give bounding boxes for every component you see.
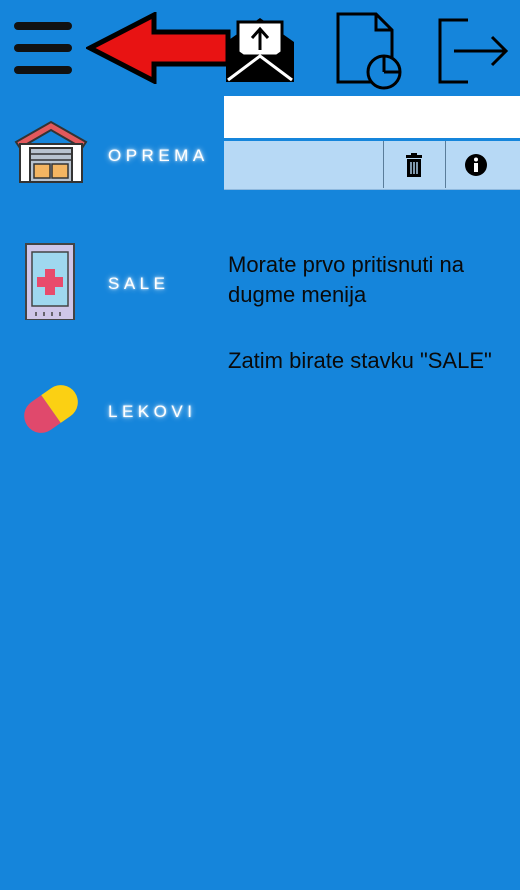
top-toolbar <box>0 0 520 96</box>
info-button[interactable] <box>445 141 506 188</box>
document-pie-chart-icon[interactable] <box>332 10 404 92</box>
hamburger-menu-icon[interactable] <box>14 22 74 76</box>
mail-upload-icon[interactable] <box>222 12 298 88</box>
instruction-step-1: Morate prvo pritisnuti na dugme menija <box>228 252 464 307</box>
sidebar-item-sale[interactable]: SALE <box>0 242 222 332</box>
sidebar-item-label: OPREMA <box>108 146 209 165</box>
red-left-arrow-icon <box>86 12 231 84</box>
sidebar-item-label: LEKOVI <box>108 402 197 421</box>
pill-capsule-icon <box>24 385 78 433</box>
logout-icon[interactable] <box>434 12 514 88</box>
info-icon <box>465 153 487 176</box>
delete-button[interactable] <box>383 141 444 188</box>
sidebar-item-lekovi[interactable]: LEKOVI <box>0 370 222 460</box>
sidebar-item-oprema[interactable]: OPREMA <box>0 118 222 208</box>
medical-door-icon <box>25 243 75 320</box>
warehouse-icon <box>14 120 88 183</box>
white-header-bar <box>224 96 520 138</box>
sidebar-item-label: SALE <box>108 274 170 293</box>
trash-icon <box>406 152 422 177</box>
instruction-step-2: Zatim birate stavku "SALE" <box>228 348 492 373</box>
